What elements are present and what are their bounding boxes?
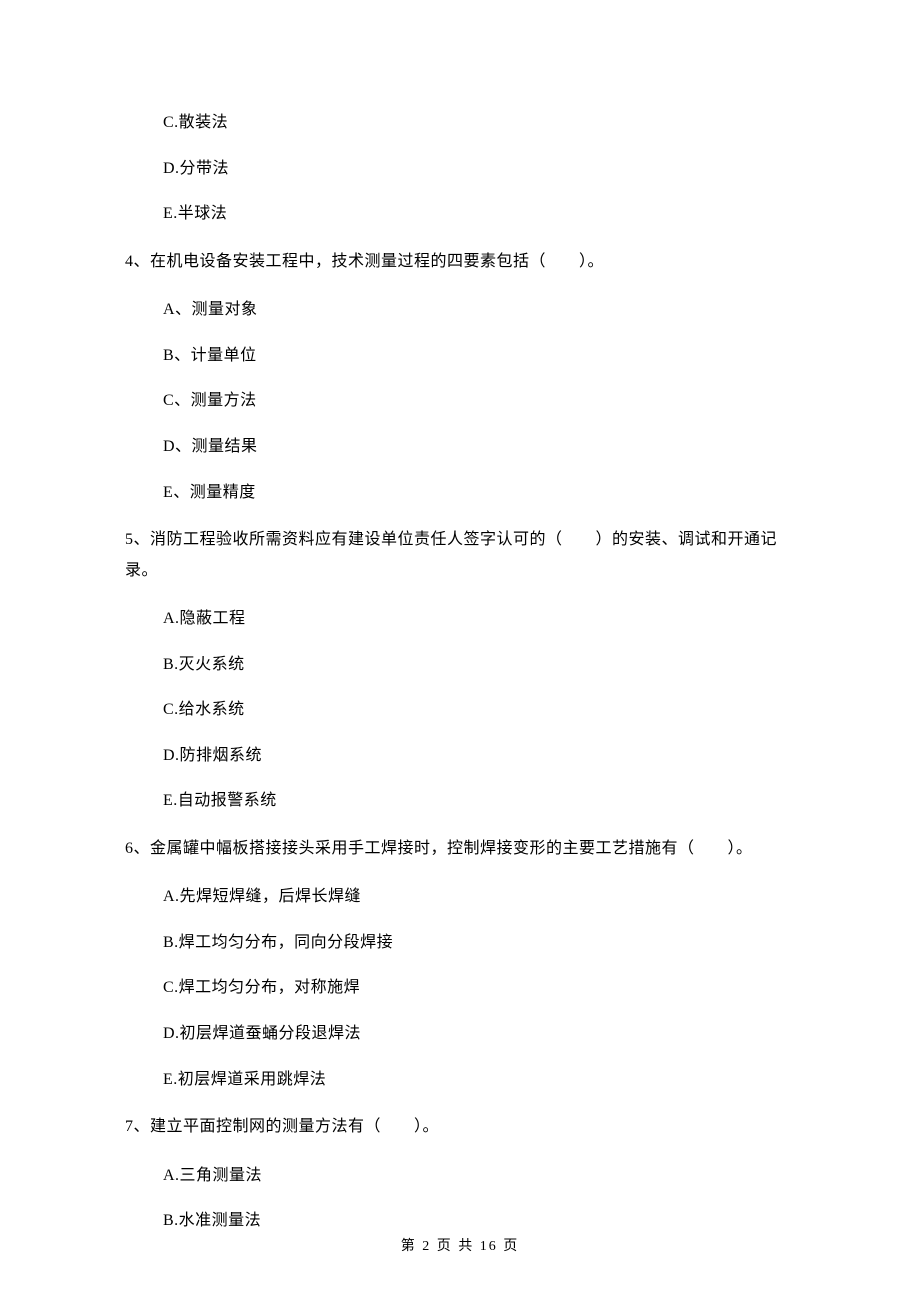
q4-option-a: A、测量对象 xyxy=(163,297,795,323)
question-6: 6、金属罐中幅板搭接接头采用手工焊接时，控制焊接变形的主要工艺措施有（ ）。 xyxy=(125,834,795,864)
q4-option-d: D、测量结果 xyxy=(163,434,795,460)
page-footer: 第 2 页 共 16 页 xyxy=(0,1236,920,1258)
question-7: 7、建立平面控制网的测量方法有（ ）。 xyxy=(125,1112,795,1142)
q4-option-c: C、测量方法 xyxy=(163,388,795,414)
option-e: E.半球法 xyxy=(163,201,795,227)
option-c: C.散装法 xyxy=(163,110,795,136)
q5-option-c: C.给水系统 xyxy=(163,697,795,723)
q6-option-e: E.初层焊道采用跳焊法 xyxy=(163,1067,795,1093)
q6-option-b: B.焊工均匀分布，同向分段焊接 xyxy=(163,930,795,956)
question-4: 4、在机电设备安装工程中，技术测量过程的四要素包括（ ）。 xyxy=(125,247,795,277)
q5-option-e: E.自动报警系统 xyxy=(163,788,795,814)
q7-option-b: B.水准测量法 xyxy=(163,1208,795,1234)
option-d: D.分带法 xyxy=(163,156,795,182)
q5-option-a: A.隐蔽工程 xyxy=(163,606,795,632)
q7-option-a: A.三角测量法 xyxy=(163,1163,795,1189)
q4-option-e: E、测量精度 xyxy=(163,480,795,506)
question-5: 5、消防工程验收所需资料应有建设单位责任人签字认可的（ ）的安装、调试和开通记录… xyxy=(125,525,795,586)
document-content: C.散装法 D.分带法 E.半球法 4、在机电设备安装工程中，技术测量过程的四要… xyxy=(0,0,920,1234)
q6-option-a: A.先焊短焊缝，后焊长焊缝 xyxy=(163,884,795,910)
q4-option-b: B、计量单位 xyxy=(163,343,795,369)
q5-option-d: D.防排烟系统 xyxy=(163,743,795,769)
q6-option-c: C.焊工均匀分布，对称施焊 xyxy=(163,975,795,1001)
q5-option-b: B.灭火系统 xyxy=(163,652,795,678)
q6-option-d: D.初层焊道蚕蛹分段退焊法 xyxy=(163,1021,795,1047)
